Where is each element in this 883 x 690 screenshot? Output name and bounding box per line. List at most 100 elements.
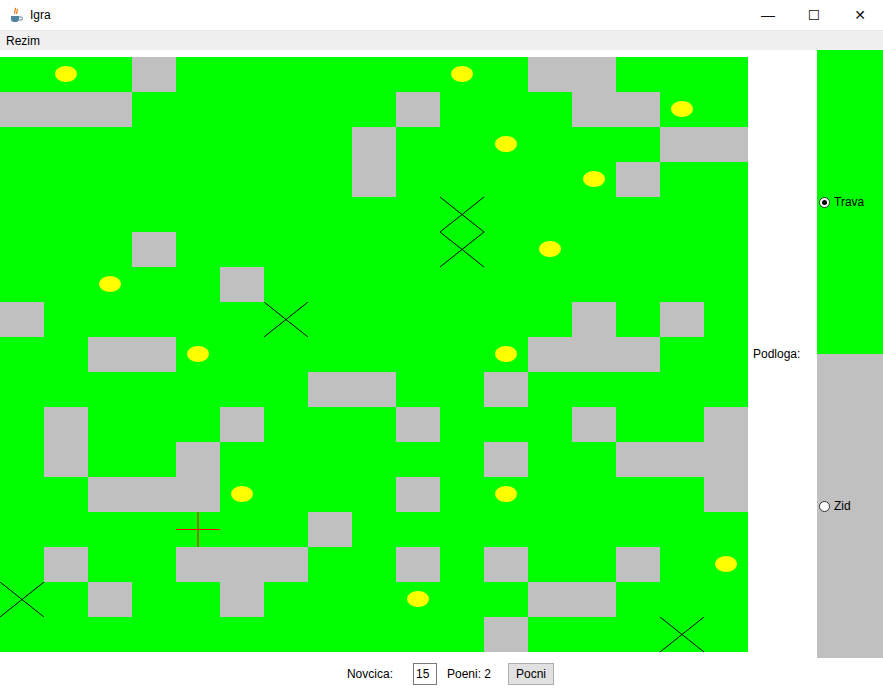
grass-cell[interactable] xyxy=(440,267,484,302)
grass-cell[interactable] xyxy=(132,407,176,442)
grass-cell[interactable] xyxy=(308,442,352,477)
grass-cell[interactable] xyxy=(0,197,44,232)
grass-cell[interactable] xyxy=(176,582,220,617)
grass-cell[interactable] xyxy=(484,197,528,232)
grass-cell[interactable] xyxy=(176,617,220,652)
grass-cell[interactable] xyxy=(660,407,704,442)
wall-cell[interactable] xyxy=(704,442,748,477)
grass-cell[interactable] xyxy=(572,547,616,582)
wall-cell[interactable] xyxy=(0,302,44,337)
grass-cell[interactable] xyxy=(220,232,264,267)
grass-cell[interactable] xyxy=(308,232,352,267)
wall-cell[interactable] xyxy=(704,127,748,162)
grass-cell[interactable] xyxy=(44,617,88,652)
wall-cell[interactable] xyxy=(308,372,352,407)
wall-cell[interactable] xyxy=(220,582,264,617)
grass-cell[interactable] xyxy=(528,232,572,267)
grass-cell[interactable] xyxy=(220,92,264,127)
grass-cell[interactable] xyxy=(44,127,88,162)
grass-cell[interactable] xyxy=(352,57,396,92)
grass-cell[interactable] xyxy=(132,512,176,547)
grass-cell[interactable] xyxy=(396,372,440,407)
grass-cell[interactable] xyxy=(616,267,660,302)
wall-cell[interactable] xyxy=(572,337,616,372)
grass-cell[interactable] xyxy=(264,197,308,232)
wall-cell[interactable] xyxy=(264,547,308,582)
grass-cell[interactable] xyxy=(220,162,264,197)
wall-cell[interactable] xyxy=(572,407,616,442)
grass-cell[interactable] xyxy=(220,197,264,232)
grass-cell[interactable] xyxy=(44,337,88,372)
grass-cell[interactable] xyxy=(396,617,440,652)
grass-cell[interactable] xyxy=(0,477,44,512)
grass-cell[interactable] xyxy=(88,127,132,162)
grass-cell[interactable] xyxy=(264,617,308,652)
wall-cell[interactable] xyxy=(484,617,528,652)
wall-cell[interactable] xyxy=(88,92,132,127)
grass-cell[interactable] xyxy=(616,197,660,232)
grass-cell[interactable] xyxy=(484,477,528,512)
grass-cell[interactable] xyxy=(440,372,484,407)
grass-cell[interactable] xyxy=(528,92,572,127)
grass-cell[interactable] xyxy=(264,267,308,302)
wall-cell[interactable] xyxy=(132,232,176,267)
grass-cell[interactable] xyxy=(176,127,220,162)
grass-cell[interactable] xyxy=(308,477,352,512)
grass-cell[interactable] xyxy=(352,617,396,652)
grass-cell[interactable] xyxy=(396,162,440,197)
wall-cell[interactable] xyxy=(660,127,704,162)
grass-cell[interactable] xyxy=(704,337,748,372)
grass-cell[interactable] xyxy=(176,57,220,92)
grass-cell[interactable] xyxy=(616,407,660,442)
grass-cell[interactable] xyxy=(220,617,264,652)
menu-item[interactable]: Rezim xyxy=(6,34,48,48)
grass-cell[interactable] xyxy=(176,302,220,337)
grass-cell[interactable] xyxy=(44,582,88,617)
grass-cell[interactable] xyxy=(88,57,132,92)
grass-cell[interactable] xyxy=(704,57,748,92)
grass-cell[interactable] xyxy=(44,512,88,547)
grass-cell[interactable] xyxy=(660,92,704,127)
wall-cell[interactable] xyxy=(484,442,528,477)
grass-cell[interactable] xyxy=(484,127,528,162)
grass-cell[interactable] xyxy=(660,162,704,197)
grass-cell[interactable] xyxy=(220,512,264,547)
grass-cell[interactable] xyxy=(396,337,440,372)
grass-cell[interactable] xyxy=(176,372,220,407)
grass-cell[interactable] xyxy=(352,582,396,617)
grass-cell[interactable] xyxy=(396,197,440,232)
grass-cell[interactable] xyxy=(132,442,176,477)
grass-cell[interactable] xyxy=(572,442,616,477)
grass-cell[interactable] xyxy=(264,232,308,267)
grass-cell[interactable] xyxy=(528,162,572,197)
grass-cell[interactable] xyxy=(704,162,748,197)
grass-cell[interactable] xyxy=(264,127,308,162)
grass-cell[interactable] xyxy=(396,512,440,547)
wall-cell[interactable] xyxy=(616,92,660,127)
grass-cell[interactable] xyxy=(616,302,660,337)
wall-cell[interactable] xyxy=(88,582,132,617)
grass-cell[interactable] xyxy=(220,127,264,162)
grass-cell[interactable] xyxy=(440,232,484,267)
grass-cell[interactable] xyxy=(308,337,352,372)
grass-cell[interactable] xyxy=(308,407,352,442)
wall-cell[interactable] xyxy=(44,92,88,127)
grass-cell[interactable] xyxy=(88,617,132,652)
grass-cell[interactable] xyxy=(440,407,484,442)
grass-cell[interactable] xyxy=(616,582,660,617)
grass-cell[interactable] xyxy=(308,162,352,197)
grass-cell[interactable] xyxy=(352,512,396,547)
wall-cell[interactable] xyxy=(616,162,660,197)
grass-cell[interactable] xyxy=(616,372,660,407)
grass-cell[interactable] xyxy=(528,197,572,232)
grass-cell[interactable] xyxy=(352,92,396,127)
window-control-button[interactable]: — xyxy=(745,0,791,30)
grass-cell[interactable] xyxy=(660,337,704,372)
grass-cell[interactable] xyxy=(440,617,484,652)
grass-cell[interactable] xyxy=(704,372,748,407)
grass-cell[interactable] xyxy=(440,302,484,337)
grass-cell[interactable] xyxy=(440,92,484,127)
wall-cell[interactable] xyxy=(572,582,616,617)
grass-cell[interactable] xyxy=(660,267,704,302)
grass-cell[interactable] xyxy=(0,337,44,372)
